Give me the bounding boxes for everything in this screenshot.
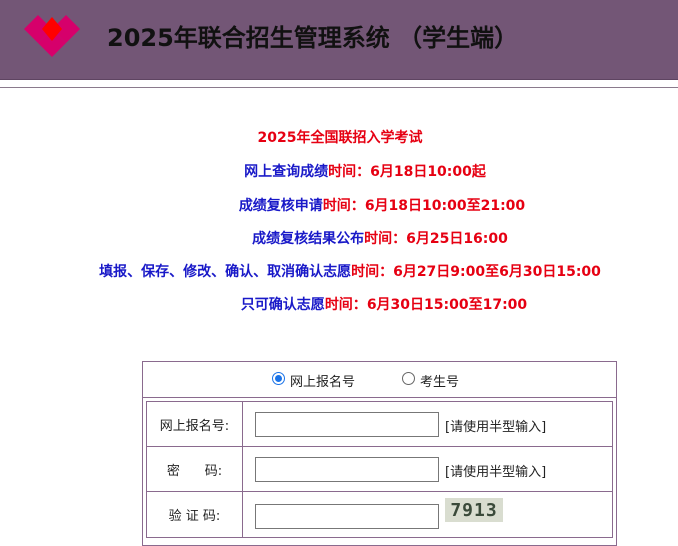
notice-label: 成绩复核结果公布 bbox=[252, 231, 365, 247]
radio-registration-number[interactable] bbox=[272, 372, 285, 385]
captcha-input[interactable] bbox=[255, 504, 439, 529]
registration-number-input[interactable] bbox=[255, 412, 439, 437]
radio-candidate-number[interactable] bbox=[402, 372, 415, 385]
exam-title: 2025年全国联招入学考试 bbox=[257, 130, 423, 146]
notice-time: 6月25日16:00 bbox=[406, 231, 508, 247]
notice-time: 6月27日9:00至6月30日15:00 bbox=[393, 264, 601, 280]
diamond-logo-icon bbox=[24, 15, 80, 57]
password-input[interactable] bbox=[255, 457, 439, 482]
notice-label: 只可确认志愿 bbox=[240, 297, 325, 313]
notice-time-prefix: 时间： bbox=[322, 198, 365, 214]
input-hint: [请使用半型输入] bbox=[445, 465, 547, 480]
notice-item: 填报、保存、修改、确认、取消确认志愿时间：6月27日9:00至6月30日15:0… bbox=[50, 261, 650, 281]
captcha-image[interactable]: 7913 bbox=[445, 498, 503, 522]
notice-time: 6月18日10:00至21:00 bbox=[364, 198, 526, 214]
header-divider bbox=[0, 87, 678, 88]
login-form: 网上报名号 考生号 网上报名号: [请使用半型输入] 密 码: [请使用半型输入… bbox=[142, 361, 617, 546]
login-type-selector: 网上报名号 考生号 bbox=[143, 362, 616, 398]
notice-time-prefix: 时间： bbox=[328, 164, 371, 180]
field-row-password: 密 码: [请使用半型输入] bbox=[147, 447, 612, 492]
field-row-registration: 网上报名号: [请使用半型输入] bbox=[147, 402, 612, 447]
field-label: 网上报名号: bbox=[147, 402, 243, 446]
radio-label-candidate-number[interactable]: 考生号 bbox=[420, 371, 459, 390]
radio-label-registration-number[interactable]: 网上报名号 bbox=[290, 371, 355, 390]
header-bar: 2025年联合招生管理系统 （学生端） bbox=[0, 0, 678, 80]
page-title: 2025年联合招生管理系统 （学生端） bbox=[107, 24, 519, 52]
notice-time: 6月18日10:00起 bbox=[370, 164, 486, 180]
input-hint: [请使用半型输入] bbox=[445, 420, 547, 435]
field-label: 验 证 码: bbox=[147, 492, 243, 537]
notice-label: 成绩复核申请 bbox=[238, 198, 323, 214]
notice-item: 网上查询成绩时间：6月18日10:00起 bbox=[65, 161, 665, 181]
notice-time-prefix: 时间： bbox=[351, 264, 394, 280]
login-fields-table: 网上报名号: [请使用半型输入] 密 码: [请使用半型输入] 验 证 码: 7… bbox=[146, 401, 613, 538]
notice-item: 只可确认志愿时间：6月30日15:00至17:00 bbox=[134, 294, 634, 314]
field-row-captcha: 验 证 码: 7913 bbox=[147, 492, 612, 537]
notice-item: 成绩复核申请时间：6月18日10:00至21:00 bbox=[132, 195, 632, 215]
notice-label: 填报、保存、修改、确认、取消确认志愿 bbox=[99, 264, 352, 280]
notice-label: 网上查询成绩 bbox=[244, 164, 329, 180]
notice-time: 6月30日15:00至17:00 bbox=[366, 297, 528, 313]
notice-item: 成绩复核结果公布时间：6月25日16:00 bbox=[130, 228, 630, 248]
notice-time-prefix: 时间： bbox=[324, 297, 367, 313]
field-label: 密 码: bbox=[147, 447, 243, 491]
notice-time-prefix: 时间： bbox=[364, 231, 407, 247]
